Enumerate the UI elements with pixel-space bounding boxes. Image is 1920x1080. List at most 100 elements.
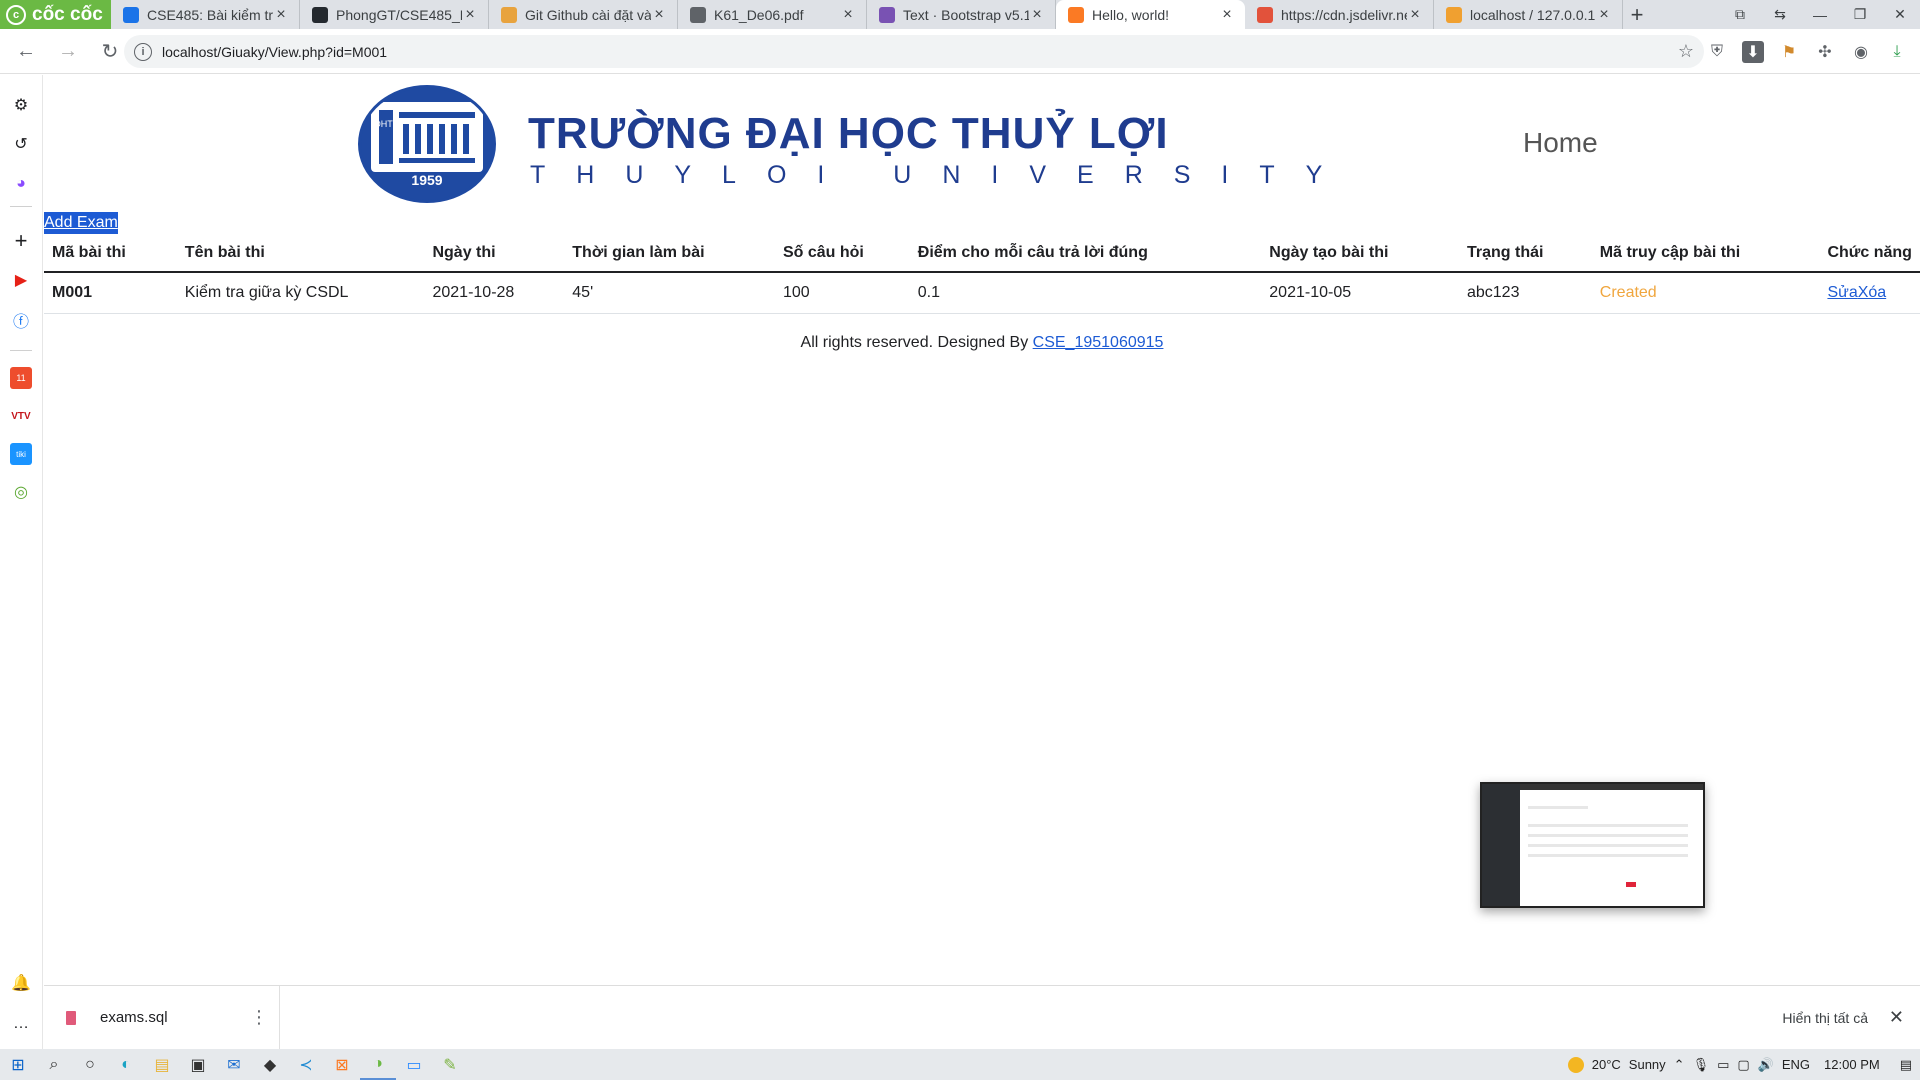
tab-title[interactable]: Hello, world! — [1092, 7, 1219, 23]
browser-tab[interactable]: PhongGT/CSE485_K6× — [300, 0, 489, 29]
tiki-icon[interactable]: tiki — [10, 443, 32, 465]
table-header-cell: Điểm cho mỗi câu trả lời đúng — [909, 233, 1262, 273]
tab-title[interactable]: K61_De06.pdf — [714, 7, 840, 23]
vscode-icon[interactable]: ≺ — [288, 1049, 324, 1080]
home-nav-link[interactable]: Home — [1523, 127, 1598, 159]
vtv-icon[interactable]: VTV — [10, 405, 32, 427]
close-window-button[interactable]: ✕ — [1880, 0, 1920, 29]
file-explorer-icon[interactable]: ▤ — [144, 1049, 180, 1080]
restore-button[interactable]: ❐ — [1840, 0, 1880, 29]
url-text[interactable]: localhost/Giuaky/View.php?id=M001 — [162, 44, 387, 60]
thumb-line — [1528, 806, 1588, 809]
browser-tab[interactable]: https://cdn.jsdelivr.ne × — [1245, 0, 1434, 29]
coccoc-taskbar-icon[interactable]: ◑ — [360, 1049, 396, 1080]
tray-chevron-icon[interactable]: ⌃ — [1674, 1057, 1685, 1073]
more-dots-icon[interactable]: … — [10, 1013, 32, 1035]
tab-close-icon[interactable]: × — [1029, 6, 1045, 24]
download-video-icon[interactable]: ⬇ — [1742, 40, 1764, 63]
download-more-icon[interactable]: ⋮ — [249, 1007, 269, 1028]
minimize-button[interactable]: — — [1800, 0, 1840, 29]
adblock-shield-icon[interactable]: ⛨ — [1706, 41, 1728, 63]
browser-tab[interactable]: Git Github cài đặt và × — [489, 0, 678, 29]
back-button[interactable]: ← — [10, 35, 42, 67]
coccoc-map-icon[interactable]: ◎ — [10, 481, 32, 503]
tab-close-icon[interactable]: × — [651, 6, 667, 24]
delete-link[interactable]: Xóa — [1858, 284, 1886, 301]
tab-title[interactable]: Git Github cài đặt và — [525, 7, 651, 23]
app-cube-icon[interactable]: ◆ — [252, 1049, 288, 1080]
downloads-icon[interactable]: ⤓ — [1886, 41, 1908, 63]
system-tray: 20°C Sunny ⌃ 🎙 ▭ ▢ 🔊 ENG 12:00 PM ▤ — [1567, 1049, 1920, 1080]
settings-gear-icon[interactable]: ⚙ — [10, 94, 32, 116]
paint-icon[interactable]: ✎ — [432, 1049, 468, 1080]
git-icon — [501, 6, 517, 23]
browser-tab[interactable]: Hello, world! × — [1056, 0, 1245, 29]
forward-button[interactable]: → — [52, 35, 84, 67]
thumb-line — [1528, 824, 1688, 827]
address-bar[interactable]: i localhost/Giuaky/View.php?id=M001 ☆ — [124, 35, 1704, 68]
action-center-icon[interactable]: ▤ — [1900, 1057, 1912, 1073]
show-all-downloads-link[interactable]: Hiển thị tất cả — [1782, 1010, 1868, 1026]
close-downloads-icon[interactable]: ✕ — [1889, 1007, 1904, 1028]
profile-avatar-icon[interactable]: ◉ — [1850, 41, 1872, 63]
store-icon[interactable]: ▣ — [180, 1049, 216, 1080]
tab-close-icon[interactable]: × — [1219, 6, 1235, 24]
brand-name: cốc cốc — [32, 3, 103, 25]
seal-building-graphic: ĐHTL — [371, 102, 483, 172]
screenshot-preview-thumbnail[interactable] — [1480, 782, 1705, 908]
clock-time[interactable]: 12:00 PM — [1824, 1057, 1880, 1072]
messenger-icon[interactable]: ◕ — [10, 173, 32, 195]
network-icon[interactable]: ▭ — [1717, 1057, 1729, 1073]
download-item[interactable]: exams.sql ⋮ — [44, 985, 280, 1050]
task-view-icon[interactable]: ○ — [72, 1049, 108, 1080]
add-exam-link[interactable]: Add Exam — [44, 212, 118, 234]
window-controls: ⧉ ⇆ — ❐ ✕ — [1720, 0, 1920, 29]
tab-title[interactable]: CSE485: Bài kiểm tra — [147, 7, 273, 23]
shopee-icon[interactable]: 11 — [10, 367, 32, 389]
bookmark-star-icon[interactable]: ☆ — [1678, 41, 1694, 62]
weather-condition[interactable]: Sunny — [1629, 1057, 1666, 1072]
input-language[interactable]: ENG — [1782, 1057, 1810, 1072]
browser-tab[interactable]: K61_De06.pdf × — [678, 0, 867, 29]
browser-tab[interactable]: localhost / 127.0.0.1 × — [1434, 0, 1623, 29]
extensions-puzzle-icon[interactable]: ✣ — [1814, 41, 1836, 63]
tab-title[interactable]: localhost / 127.0.0.1 — [1470, 7, 1596, 23]
back-forward-cache-icon[interactable]: ⇆ — [1760, 0, 1800, 29]
edit-link[interactable]: Sửa — [1827, 284, 1857, 301]
download-filename[interactable]: exams.sql — [100, 1009, 249, 1026]
tab-close-icon[interactable]: × — [1596, 6, 1612, 24]
xampp-icon[interactable]: ⊠ — [324, 1049, 360, 1080]
site-info-icon[interactable]: i — [134, 42, 152, 61]
microphone-icon[interactable]: 🎙 — [1693, 1057, 1710, 1073]
tab-close-icon[interactable]: × — [840, 6, 856, 24]
new-tab-button[interactable]: + — [1623, 0, 1651, 29]
downloads-bar: exams.sql ⋮ Hiển thị tất cả ✕ — [44, 985, 1920, 1050]
tab-title[interactable]: https://cdn.jsdelivr.ne — [1281, 7, 1407, 23]
coccoc-brand-button[interactable]: c cốc cốc — [0, 0, 111, 29]
footer-author-link[interactable]: CSE_1951060915 — [1033, 334, 1164, 351]
pin-extension-icon[interactable]: ⚑ — [1778, 41, 1800, 63]
search-icon[interactable]: ⌕ — [36, 1049, 72, 1080]
browser-tab[interactable]: Text · Bootstrap v5.1 × — [867, 0, 1056, 29]
start-windows-icon[interactable]: ⊞ — [0, 1049, 36, 1080]
file-icon — [66, 1010, 76, 1025]
tab-title[interactable]: PhongGT/CSE485_K6 — [336, 7, 462, 23]
tab-search-icon[interactable]: ⧉ — [1720, 0, 1760, 29]
display-icon[interactable]: ▢ — [1737, 1057, 1749, 1073]
browser-tab[interactable]: CSE485: Bài kiểm tra × — [111, 0, 300, 29]
reload-button[interactable]: ↻ — [94, 35, 126, 67]
facebook-icon[interactable]: ⓕ — [10, 309, 32, 331]
volume-icon[interactable]: 🔊 — [1758, 1057, 1774, 1073]
zoom-icon[interactable]: ▭ — [396, 1049, 432, 1080]
tab-close-icon[interactable]: × — [273, 6, 289, 24]
history-icon[interactable]: ↺ — [10, 133, 32, 155]
weather-temp[interactable]: 20°C — [1592, 1057, 1621, 1072]
youtube-icon[interactable]: ▶ — [10, 269, 32, 291]
mail-icon[interactable]: ✉ — [216, 1049, 252, 1080]
tab-close-icon[interactable]: × — [462, 6, 478, 24]
tab-close-icon[interactable]: × — [1407, 6, 1423, 24]
edge-icon[interactable]: ◐ — [108, 1049, 144, 1080]
notification-bell-icon[interactable]: 🔔 — [10, 972, 32, 994]
tab-title[interactable]: Text · Bootstrap v5.1 — [903, 7, 1029, 23]
add-sidebar-app-icon[interactable]: + — [10, 228, 32, 253]
